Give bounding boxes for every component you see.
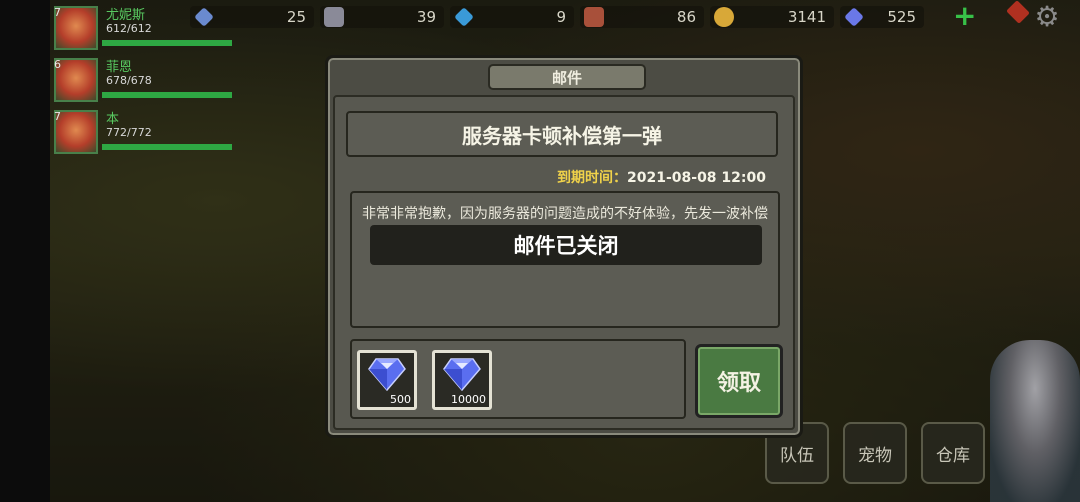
pets-button[interactable]: 宠物 — [843, 422, 907, 484]
diamond-icon — [844, 7, 864, 27]
screen-edge-bar — [0, 0, 50, 502]
gold-coin-icon — [714, 7, 734, 27]
claim-button[interactable]: 领取 — [695, 344, 783, 418]
attachment-panel: 500 10000 — [350, 339, 686, 419]
storage-button[interactable]: 仓库 — [921, 422, 985, 484]
npc-character — [990, 340, 1080, 502]
party-member[interactable]: 7 本 772/772 — [50, 108, 232, 158]
resource-value: 86 — [676, 8, 696, 26]
party-list: 7 尤妮斯 612/612 6 菲恩 678/678 7 本 772/772 — [50, 4, 232, 160]
dialog-title: 邮件 — [488, 64, 646, 90]
hp-bar — [102, 144, 232, 150]
expire-label: 到期时间： — [557, 170, 627, 186]
toast-message: 邮件已关闭 — [370, 225, 762, 265]
attachment-slot[interactable]: 10000 — [432, 350, 492, 410]
hero-level: 6 — [54, 58, 61, 71]
hero-name: 尤妮斯 — [106, 8, 146, 23]
mail-expire: 到期时间：2021-08-08 12:00 — [557, 167, 766, 187]
hp-bar — [102, 40, 232, 46]
hero-name: 菲恩 — [106, 60, 133, 75]
blue-crystal-icon — [454, 7, 474, 27]
hero-hp: 612/612 — [106, 22, 152, 35]
hero-level: 7 — [54, 6, 61, 19]
resource-gold[interactable]: 3141 — [710, 6, 834, 28]
mail-dialog: 邮件 服务器卡顿补偿第一弹 到期时间：2021-08-08 12:00 非常非常… — [325, 55, 803, 438]
attachment-count: 500 — [390, 393, 411, 406]
hero-hp: 678/678 — [106, 74, 152, 87]
ore-icon — [324, 7, 344, 27]
attachment-slot[interactable]: 500 — [357, 350, 417, 410]
resource-value: 3141 — [787, 8, 826, 26]
wood-icon — [584, 7, 604, 27]
resource-blue-crystal[interactable]: 9 — [450, 6, 574, 28]
resource-value: 25 — [286, 8, 306, 26]
resource-value: 9 — [556, 8, 566, 26]
party-member[interactable]: 6 菲恩 678/678 — [50, 56, 232, 106]
diamond-icon — [443, 358, 481, 391]
add-diamond-icon[interactable]: + — [953, 2, 976, 30]
diamond-icon — [368, 358, 406, 391]
party-member[interactable]: 7 尤妮斯 612/612 — [50, 4, 232, 54]
gear-icon[interactable]: ⚙ — [1032, 2, 1062, 32]
mail-subject: 服务器卡顿补偿第一弹 — [346, 111, 778, 157]
hero-hp: 772/772 — [106, 126, 152, 139]
attachment-count: 10000 — [451, 393, 486, 406]
resource-value: 39 — [416, 8, 436, 26]
resource-diamond[interactable]: 525 — [840, 6, 924, 28]
resource-ore[interactable]: 39 — [320, 6, 444, 28]
expire-value: 2021-08-08 12:00 — [627, 170, 766, 186]
resource-value: 525 — [887, 8, 916, 26]
hero-name: 本 — [106, 112, 120, 127]
hp-bar — [102, 92, 232, 98]
resource-wood[interactable]: 86 — [580, 6, 704, 28]
resource-crystal[interactable]: 25 — [190, 6, 314, 28]
resource-bar: 25 39 9 86 3141 525 — [190, 4, 930, 30]
crystal-icon — [194, 7, 214, 27]
hero-level: 7 — [54, 110, 61, 123]
